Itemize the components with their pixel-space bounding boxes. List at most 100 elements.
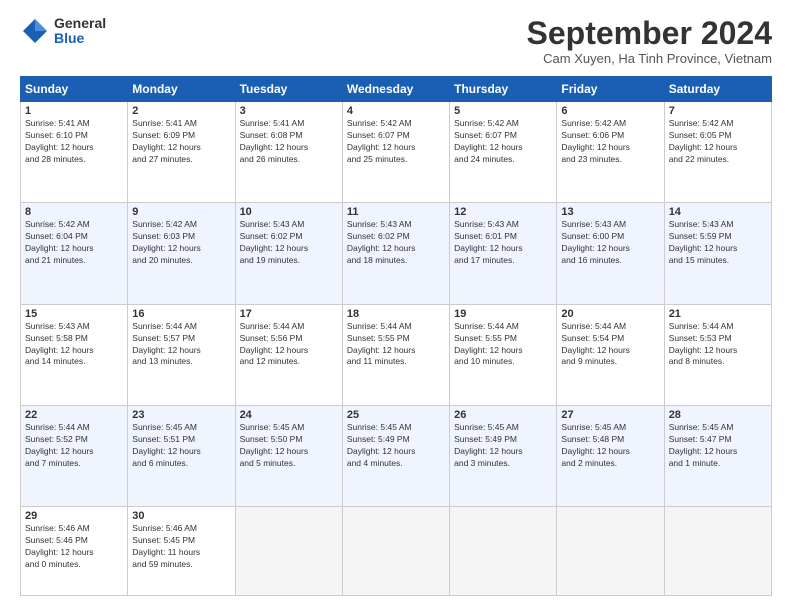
day-number: 27 bbox=[561, 409, 659, 421]
table-row: 24Sunrise: 5:45 AMSunset: 5:50 PMDayligh… bbox=[235, 406, 342, 507]
day-info: Sunrise: 5:45 AMSunset: 5:51 PMDaylight:… bbox=[132, 422, 230, 470]
table-row: 1Sunrise: 5:41 AMSunset: 6:10 PMDaylight… bbox=[21, 102, 128, 203]
table-row: 23Sunrise: 5:45 AMSunset: 5:51 PMDayligh… bbox=[128, 406, 235, 507]
day-info: Sunrise: 5:42 AMSunset: 6:07 PMDaylight:… bbox=[454, 118, 552, 166]
day-info: Sunrise: 5:44 AMSunset: 5:52 PMDaylight:… bbox=[25, 422, 123, 470]
day-info: Sunrise: 5:45 AMSunset: 5:47 PMDaylight:… bbox=[669, 422, 767, 470]
col-friday: Friday bbox=[557, 77, 664, 102]
table-row: 27Sunrise: 5:45 AMSunset: 5:48 PMDayligh… bbox=[557, 406, 664, 507]
day-number: 5 bbox=[454, 105, 552, 117]
day-info: Sunrise: 5:42 AMSunset: 6:07 PMDaylight:… bbox=[347, 118, 445, 166]
day-number: 7 bbox=[669, 105, 767, 117]
table-row: 14Sunrise: 5:43 AMSunset: 5:59 PMDayligh… bbox=[664, 203, 771, 304]
logo-icon bbox=[20, 16, 50, 46]
day-number: 14 bbox=[669, 206, 767, 218]
day-info: Sunrise: 5:41 AMSunset: 6:09 PMDaylight:… bbox=[132, 118, 230, 166]
table-row: 18Sunrise: 5:44 AMSunset: 5:55 PMDayligh… bbox=[342, 304, 449, 405]
day-number: 12 bbox=[454, 206, 552, 218]
day-number: 24 bbox=[240, 409, 338, 421]
day-info: Sunrise: 5:42 AMSunset: 6:05 PMDaylight:… bbox=[669, 118, 767, 166]
day-number: 23 bbox=[132, 409, 230, 421]
day-number: 18 bbox=[347, 308, 445, 320]
page: General Blue September 2024 Cam Xuyen, H… bbox=[0, 0, 792, 612]
day-number: 29 bbox=[25, 510, 123, 522]
day-info: Sunrise: 5:43 AMSunset: 6:00 PMDaylight:… bbox=[561, 219, 659, 267]
day-number: 19 bbox=[454, 308, 552, 320]
table-row: 21Sunrise: 5:44 AMSunset: 5:53 PMDayligh… bbox=[664, 304, 771, 405]
title-block: September 2024 Cam Xuyen, Ha Tinh Provin… bbox=[527, 16, 772, 66]
day-info: Sunrise: 5:46 AMSunset: 5:45 PMDaylight:… bbox=[132, 523, 230, 571]
table-row: 7Sunrise: 5:42 AMSunset: 6:05 PMDaylight… bbox=[664, 102, 771, 203]
header: General Blue September 2024 Cam Xuyen, H… bbox=[20, 16, 772, 66]
col-sunday: Sunday bbox=[21, 77, 128, 102]
table-row bbox=[557, 507, 664, 596]
table-row: 12Sunrise: 5:43 AMSunset: 6:01 PMDayligh… bbox=[450, 203, 557, 304]
month-title: September 2024 bbox=[527, 16, 772, 51]
day-number: 26 bbox=[454, 409, 552, 421]
day-number: 6 bbox=[561, 105, 659, 117]
col-monday: Monday bbox=[128, 77, 235, 102]
day-number: 4 bbox=[347, 105, 445, 117]
table-row: 4Sunrise: 5:42 AMSunset: 6:07 PMDaylight… bbox=[342, 102, 449, 203]
calendar-week-row: 8Sunrise: 5:42 AMSunset: 6:04 PMDaylight… bbox=[21, 203, 772, 304]
day-info: Sunrise: 5:43 AMSunset: 6:02 PMDaylight:… bbox=[240, 219, 338, 267]
table-row bbox=[664, 507, 771, 596]
day-info: Sunrise: 5:43 AMSunset: 5:58 PMDaylight:… bbox=[25, 321, 123, 369]
day-number: 15 bbox=[25, 308, 123, 320]
day-number: 28 bbox=[669, 409, 767, 421]
table-row: 2Sunrise: 5:41 AMSunset: 6:09 PMDaylight… bbox=[128, 102, 235, 203]
day-number: 8 bbox=[25, 206, 123, 218]
table-row bbox=[450, 507, 557, 596]
table-row: 30Sunrise: 5:46 AMSunset: 5:45 PMDayligh… bbox=[128, 507, 235, 596]
day-info: Sunrise: 5:44 AMSunset: 5:54 PMDaylight:… bbox=[561, 321, 659, 369]
table-row bbox=[342, 507, 449, 596]
table-row: 11Sunrise: 5:43 AMSunset: 6:02 PMDayligh… bbox=[342, 203, 449, 304]
day-number: 1 bbox=[25, 105, 123, 117]
logo-text: General Blue bbox=[54, 16, 106, 47]
table-row: 16Sunrise: 5:44 AMSunset: 5:57 PMDayligh… bbox=[128, 304, 235, 405]
day-info: Sunrise: 5:45 AMSunset: 5:49 PMDaylight:… bbox=[347, 422, 445, 470]
day-info: Sunrise: 5:45 AMSunset: 5:50 PMDaylight:… bbox=[240, 422, 338, 470]
day-info: Sunrise: 5:42 AMSunset: 6:03 PMDaylight:… bbox=[132, 219, 230, 267]
logo-blue-text: Blue bbox=[54, 31, 106, 46]
col-wednesday: Wednesday bbox=[342, 77, 449, 102]
logo-general-text: General bbox=[54, 16, 106, 31]
day-info: Sunrise: 5:44 AMSunset: 5:56 PMDaylight:… bbox=[240, 321, 338, 369]
day-info: Sunrise: 5:42 AMSunset: 6:06 PMDaylight:… bbox=[561, 118, 659, 166]
calendar-table: Sunday Monday Tuesday Wednesday Thursday… bbox=[20, 76, 772, 596]
logo: General Blue bbox=[20, 16, 106, 47]
day-info: Sunrise: 5:46 AMSunset: 5:46 PMDaylight:… bbox=[25, 523, 123, 571]
day-number: 2 bbox=[132, 105, 230, 117]
day-info: Sunrise: 5:42 AMSunset: 6:04 PMDaylight:… bbox=[25, 219, 123, 267]
day-number: 30 bbox=[132, 510, 230, 522]
day-info: Sunrise: 5:41 AMSunset: 6:08 PMDaylight:… bbox=[240, 118, 338, 166]
table-row: 6Sunrise: 5:42 AMSunset: 6:06 PMDaylight… bbox=[557, 102, 664, 203]
calendar-week-row: 1Sunrise: 5:41 AMSunset: 6:10 PMDaylight… bbox=[21, 102, 772, 203]
day-info: Sunrise: 5:44 AMSunset: 5:55 PMDaylight:… bbox=[454, 321, 552, 369]
day-number: 17 bbox=[240, 308, 338, 320]
table-row: 28Sunrise: 5:45 AMSunset: 5:47 PMDayligh… bbox=[664, 406, 771, 507]
day-number: 22 bbox=[25, 409, 123, 421]
table-row: 15Sunrise: 5:43 AMSunset: 5:58 PMDayligh… bbox=[21, 304, 128, 405]
table-row: 19Sunrise: 5:44 AMSunset: 5:55 PMDayligh… bbox=[450, 304, 557, 405]
day-number: 9 bbox=[132, 206, 230, 218]
table-row: 29Sunrise: 5:46 AMSunset: 5:46 PMDayligh… bbox=[21, 507, 128, 596]
calendar-week-row: 22Sunrise: 5:44 AMSunset: 5:52 PMDayligh… bbox=[21, 406, 772, 507]
day-number: 21 bbox=[669, 308, 767, 320]
location-subtitle: Cam Xuyen, Ha Tinh Province, Vietnam bbox=[527, 51, 772, 66]
day-number: 13 bbox=[561, 206, 659, 218]
table-row: 9Sunrise: 5:42 AMSunset: 6:03 PMDaylight… bbox=[128, 203, 235, 304]
day-number: 16 bbox=[132, 308, 230, 320]
day-info: Sunrise: 5:43 AMSunset: 5:59 PMDaylight:… bbox=[669, 219, 767, 267]
table-row: 5Sunrise: 5:42 AMSunset: 6:07 PMDaylight… bbox=[450, 102, 557, 203]
day-number: 3 bbox=[240, 105, 338, 117]
day-number: 10 bbox=[240, 206, 338, 218]
table-row: 8Sunrise: 5:42 AMSunset: 6:04 PMDaylight… bbox=[21, 203, 128, 304]
day-info: Sunrise: 5:44 AMSunset: 5:53 PMDaylight:… bbox=[669, 321, 767, 369]
day-info: Sunrise: 5:44 AMSunset: 5:55 PMDaylight:… bbox=[347, 321, 445, 369]
table-row: 13Sunrise: 5:43 AMSunset: 6:00 PMDayligh… bbox=[557, 203, 664, 304]
day-info: Sunrise: 5:45 AMSunset: 5:49 PMDaylight:… bbox=[454, 422, 552, 470]
table-row: 26Sunrise: 5:45 AMSunset: 5:49 PMDayligh… bbox=[450, 406, 557, 507]
day-info: Sunrise: 5:43 AMSunset: 6:02 PMDaylight:… bbox=[347, 219, 445, 267]
col-saturday: Saturday bbox=[664, 77, 771, 102]
